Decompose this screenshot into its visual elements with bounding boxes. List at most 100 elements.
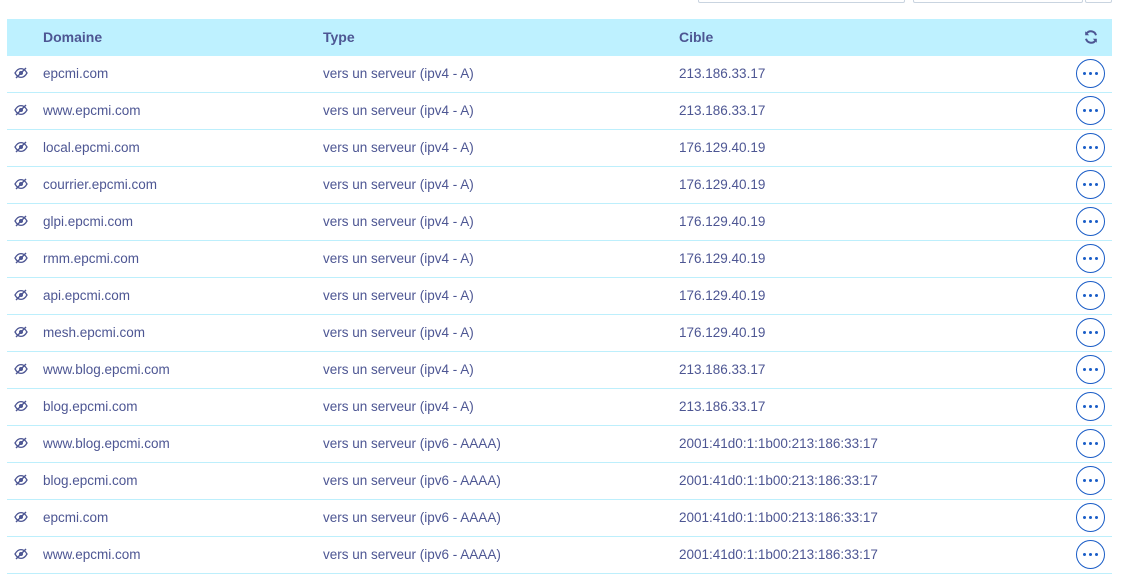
domain-cell: blog.epcmi.com [43,399,138,414]
ellipsis-dot [1082,108,1087,113]
ellipsis-dot [1082,515,1087,520]
filter-select[interactable] [913,0,1083,3]
ellipsis-dot [1094,330,1099,335]
table-row: api.epcmi.com vers un serveur (ipv4 - A)… [7,278,1112,315]
ellipsis-dot [1088,219,1093,224]
type-cell: vers un serveur (ipv4 - A) [323,251,474,266]
eye-slash-icon [14,289,28,301]
ellipsis-dot [1088,71,1093,76]
type-cell: vers un serveur (ipv6 - AAAA) [323,436,501,451]
table-row: epcmi.com vers un serveur (ipv6 - AAAA) … [7,500,1112,537]
ellipsis-dot [1082,330,1087,335]
ellipsis-dot [1082,219,1087,224]
eye-slash-icon [14,326,28,338]
target-cell: 2001:41d0:1:1b00:213:186:33:17 [679,436,878,451]
row-actions-button[interactable] [1076,429,1105,458]
row-actions-button[interactable] [1076,466,1105,495]
type-cell: vers un serveur (ipv6 - AAAA) [323,473,501,488]
ellipsis-dot [1094,478,1099,483]
ellipsis-dot [1094,367,1099,372]
ellipsis-dot [1094,71,1099,76]
row-actions-button[interactable] [1076,355,1105,384]
type-cell: vers un serveur (ipv6 - AAAA) [323,510,501,525]
type-cell: vers un serveur (ipv4 - A) [323,362,474,377]
ellipsis-dot [1088,256,1093,261]
table-row: www.blog.epcmi.com vers un serveur (ipv6… [7,426,1112,463]
type-cell: vers un serveur (ipv4 - A) [323,214,474,229]
eye-slash-icon [14,252,28,264]
ellipsis-dot [1088,404,1093,409]
domain-cell: glpi.epcmi.com [43,214,134,229]
target-cell: 213.186.33.17 [679,362,766,377]
row-actions-button[interactable] [1076,244,1105,273]
ellipsis-dot [1094,404,1099,409]
target-cell: 2001:41d0:1:1b00:213:186:33:17 [679,547,878,562]
ellipsis-dot [1082,182,1087,187]
row-actions-button[interactable] [1076,170,1105,199]
type-cell: vers un serveur (ipv4 - A) [323,103,474,118]
table-row: glpi.epcmi.com vers un serveur (ipv4 - A… [7,204,1112,241]
target-cell: 2001:41d0:1:1b00:213:186:33:17 [679,473,878,488]
target-cell: 176.129.40.19 [679,325,766,340]
table-row: www.blog.epcmi.com vers un serveur (ipv4… [7,352,1112,389]
header-target: Cible [679,29,714,45]
domain-cell: epcmi.com [43,66,109,81]
table-row: blog.epcmi.com vers un serveur (ipv6 - A… [7,463,1112,500]
row-actions-button[interactable] [1076,318,1105,347]
eye-slash-icon [14,511,28,523]
row-actions-button[interactable] [1076,503,1105,532]
type-cell: vers un serveur (ipv4 - A) [323,66,474,81]
domain-cell: epcmi.com [43,510,109,525]
ellipsis-dot [1094,219,1099,224]
row-actions-button[interactable] [1076,207,1105,236]
table-row: epcmi.com vers un serveur (ipv4 - A) 213… [7,56,1112,93]
table-row: blog.epcmi.com vers un serveur (ipv4 - A… [7,389,1112,426]
header-domain: Domaine [43,29,103,45]
row-actions-button[interactable] [1076,540,1105,569]
ellipsis-dot [1082,552,1087,557]
filter-button[interactable] [1085,0,1112,3]
ellipsis-dot [1082,404,1087,409]
domain-cell: www.blog.epcmi.com [43,436,170,451]
eye-slash-icon [14,178,28,190]
ellipsis-dot [1082,256,1087,261]
ellipsis-dot [1094,552,1099,557]
ellipsis-dot [1094,108,1099,113]
ellipsis-dot [1088,108,1093,113]
filter-input[interactable] [698,0,905,3]
target-cell: 2001:41d0:1:1b00:213:186:33:17 [679,510,878,525]
ellipsis-dot [1082,71,1087,76]
ellipsis-dot [1088,441,1093,446]
ellipsis-dot [1082,145,1087,150]
ellipsis-dot [1088,182,1093,187]
target-cell: 176.129.40.19 [679,288,766,303]
header-type: Type [323,29,355,45]
ellipsis-dot [1088,515,1093,520]
ellipsis-dot [1094,145,1099,150]
target-cell: 213.186.33.17 [679,103,766,118]
dns-zone-table: Domaine Type Cible epcmi.com vers un ser… [7,19,1112,574]
domain-cell: blog.epcmi.com [43,473,138,488]
row-actions-button[interactable] [1076,59,1105,88]
row-actions-button[interactable] [1076,281,1105,310]
ellipsis-dot [1088,330,1093,335]
eye-slash-icon [14,215,28,227]
row-actions-button[interactable] [1076,133,1105,162]
domain-cell: www.epcmi.com [43,547,141,562]
ellipsis-dot [1088,478,1093,483]
ellipsis-dot [1088,145,1093,150]
row-actions-button[interactable] [1076,392,1105,421]
ellipsis-dot [1082,441,1087,446]
target-cell: 176.129.40.19 [679,251,766,266]
ellipsis-dot [1082,367,1087,372]
ellipsis-dot [1082,478,1087,483]
table-row: mesh.epcmi.com vers un serveur (ipv4 - A… [7,315,1112,352]
row-actions-button[interactable] [1076,96,1105,125]
domain-cell: mesh.epcmi.com [43,325,146,340]
type-cell: vers un serveur (ipv4 - A) [323,288,474,303]
ellipsis-dot [1082,293,1087,298]
type-cell: vers un serveur (ipv4 - A) [323,325,474,340]
refresh-icon[interactable] [1083,29,1099,45]
eye-slash-icon [14,104,28,116]
table-header: Domaine Type Cible [7,19,1112,56]
